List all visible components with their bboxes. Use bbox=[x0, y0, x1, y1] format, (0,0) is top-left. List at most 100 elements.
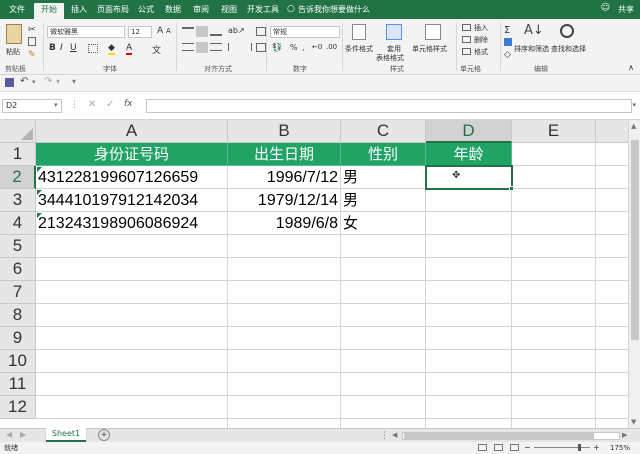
borders-icon[interactable] bbox=[88, 44, 98, 53]
align-middle-icon[interactable] bbox=[196, 26, 208, 37]
sheet-tab-sheet1[interactable]: Sheet1 bbox=[46, 428, 86, 442]
zoom-slider-thumb[interactable] bbox=[578, 444, 581, 451]
fill-color-icon[interactable]: ◆ bbox=[108, 43, 115, 55]
font-color-icon[interactable]: A bbox=[126, 43, 133, 55]
delete-cells-button[interactable]: 删除 bbox=[474, 35, 488, 45]
phonetic-icon[interactable]: 文 bbox=[152, 43, 161, 56]
increase-indent-icon[interactable] bbox=[242, 43, 252, 51]
tab-review[interactable]: 审阅 bbox=[188, 3, 214, 19]
format-painter-icon[interactable]: ✎ bbox=[28, 50, 36, 60]
tab-data[interactable]: 数据 bbox=[160, 3, 186, 19]
row-header-9[interactable]: 9 bbox=[0, 327, 36, 350]
scroll-left-icon[interactable]: ◀ bbox=[392, 431, 397, 439]
expand-formula-bar-icon[interactable]: ▾ bbox=[632, 101, 636, 109]
row-header-12[interactable]: 12 bbox=[0, 396, 36, 419]
enter-icon[interactable]: ✓ bbox=[106, 99, 114, 110]
cell-b2[interactable]: 1996/7/12 bbox=[228, 166, 341, 189]
horizontal-scroll-thumb[interactable] bbox=[404, 433, 594, 439]
delete-cells-icon[interactable] bbox=[462, 36, 471, 43]
percent-icon[interactable]: % bbox=[290, 43, 298, 52]
format-as-table-label-2[interactable]: 表格格式 bbox=[376, 53, 404, 63]
conditional-format-button[interactable]: 条件格式 bbox=[345, 44, 373, 54]
find-select-icon[interactable] bbox=[560, 24, 574, 38]
name-box[interactable]: D2 bbox=[2, 99, 62, 113]
normal-view-icon[interactable] bbox=[478, 444, 487, 451]
autosum-icon[interactable]: Σ bbox=[504, 25, 510, 36]
column-header-a[interactable]: A bbox=[36, 120, 228, 143]
copy-icon[interactable] bbox=[28, 37, 36, 46]
bold-icon[interactable]: B bbox=[49, 43, 56, 53]
page-break-view-icon[interactable] bbox=[510, 444, 519, 451]
paste-button-label[interactable]: 粘贴 bbox=[6, 47, 20, 57]
merge-center-icon[interactable] bbox=[256, 43, 266, 52]
worksheet-grid[interactable]: A B C D E 1 2 3 4 5 6 7 8 9 10 11 12 身份证… bbox=[0, 120, 628, 428]
tab-insert[interactable]: 插入 bbox=[66, 3, 92, 19]
find-select-button[interactable]: 查找和选择 bbox=[551, 44, 586, 54]
scroll-up-icon[interactable]: ▲ bbox=[631, 122, 636, 130]
column-header-f[interactable] bbox=[596, 120, 628, 143]
paste-icon[interactable] bbox=[6, 24, 22, 44]
redo-icon[interactable]: ↷ bbox=[44, 76, 52, 87]
redo-dropdown-icon[interactable]: ▾ bbox=[56, 77, 60, 86]
tab-file[interactable]: 文件 bbox=[4, 3, 30, 19]
table-header-age[interactable]: 年龄 bbox=[426, 143, 512, 166]
clear-icon[interactable]: ◇ bbox=[504, 50, 511, 60]
align-right-icon[interactable] bbox=[210, 43, 222, 51]
name-box-dropdown-icon[interactable]: ▾ bbox=[54, 101, 58, 109]
undo-dropdown-icon[interactable]: ▾ bbox=[32, 78, 36, 86]
add-sheet-icon[interactable]: + bbox=[98, 429, 110, 441]
zoom-slider[interactable] bbox=[534, 447, 590, 448]
tab-view[interactable]: 视图 bbox=[216, 3, 242, 19]
prev-sheet-icon[interactable]: ◀ bbox=[6, 430, 12, 439]
cell-styles-button[interactable]: 单元格样式 bbox=[412, 44, 447, 54]
formula-input[interactable] bbox=[146, 99, 632, 113]
scroll-down-icon[interactable]: ▼ bbox=[631, 418, 636, 426]
vertical-scrollbar[interactable]: ▲ ▼ bbox=[628, 120, 640, 428]
sort-filter-icon[interactable]: A↓ bbox=[524, 23, 544, 38]
cell-a2[interactable]: 431228199607126659 bbox=[36, 166, 228, 189]
column-header-d[interactable]: D bbox=[426, 120, 512, 143]
undo-icon[interactable]: ↶ bbox=[20, 76, 28, 87]
column-header-b[interactable]: B bbox=[228, 120, 341, 143]
tab-home[interactable]: 开始 bbox=[34, 3, 64, 19]
text-number-warning-icon[interactable] bbox=[37, 213, 42, 218]
decrease-decimal-icon[interactable]: .00 bbox=[326, 43, 337, 51]
next-sheet-icon[interactable]: ▶ bbox=[20, 430, 26, 439]
cell-c2[interactable]: 男 bbox=[341, 166, 426, 189]
row-header-10[interactable]: 10 bbox=[0, 350, 36, 373]
text-number-warning-icon[interactable] bbox=[37, 167, 42, 172]
row-header-8[interactable]: 8 bbox=[0, 304, 36, 327]
cell-a4[interactable]: 213243198906086924 bbox=[36, 212, 228, 235]
sort-filter-button[interactable]: 排序和筛选 bbox=[514, 44, 549, 54]
comma-icon[interactable]: , bbox=[302, 43, 305, 52]
cell-b4[interactable]: 1989/6/8 bbox=[228, 212, 341, 235]
row-header-6[interactable]: 6 bbox=[0, 258, 36, 281]
tab-formulas[interactable]: 公式 bbox=[134, 3, 158, 19]
tell-me-search[interactable]: 告诉我你想要做什么 bbox=[298, 4, 370, 15]
format-as-table-icon[interactable] bbox=[386, 24, 402, 40]
align-left-icon[interactable] bbox=[182, 43, 194, 51]
conditional-format-icon[interactable] bbox=[352, 24, 366, 40]
row-header-2[interactable]: 2 bbox=[0, 166, 36, 189]
font-size-select[interactable]: 12 bbox=[128, 26, 152, 38]
cell-a3[interactable]: 344410197912142034 bbox=[36, 189, 228, 212]
row-header-11[interactable]: 11 bbox=[0, 373, 36, 396]
insert-function-icon[interactable]: fx bbox=[124, 99, 133, 109]
column-header-e[interactable]: E bbox=[512, 120, 596, 143]
insert-cells-button[interactable]: 插入 bbox=[474, 23, 488, 33]
select-all-corner[interactable] bbox=[0, 120, 36, 143]
scroll-right-icon[interactable]: ▶ bbox=[622, 431, 627, 439]
zoom-level[interactable]: 175% bbox=[610, 442, 630, 454]
fill-handle[interactable] bbox=[509, 186, 514, 191]
page-layout-view-icon[interactable] bbox=[494, 444, 503, 451]
font-name-select[interactable]: 微软雅黑 bbox=[47, 26, 125, 38]
underline-icon[interactable]: U bbox=[70, 43, 77, 53]
format-cells-icon[interactable] bbox=[462, 48, 471, 55]
tab-page-layout[interactable]: 页面布局 bbox=[94, 3, 132, 19]
cell-d4[interactable] bbox=[426, 212, 512, 235]
cell-styles-icon[interactable] bbox=[425, 24, 441, 40]
row-header-4[interactable]: 4 bbox=[0, 212, 36, 235]
zoom-in-icon[interactable]: + bbox=[593, 442, 600, 454]
table-header-gender[interactable]: 性别 bbox=[341, 143, 426, 166]
row-header-3[interactable]: 3 bbox=[0, 189, 36, 212]
